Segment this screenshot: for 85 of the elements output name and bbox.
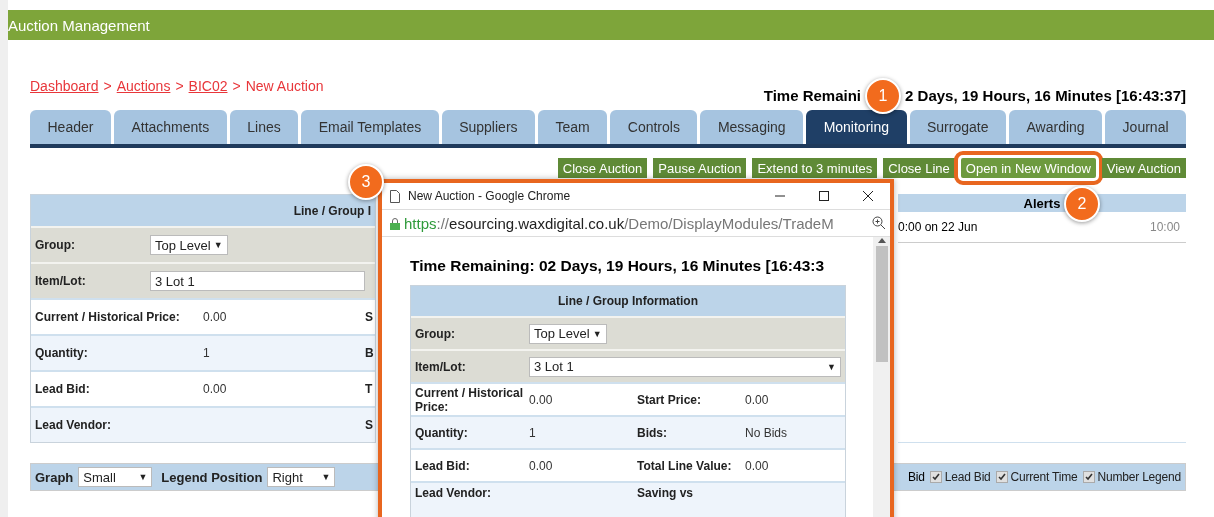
breadcrumb-separator: > [175, 78, 184, 94]
field-label: Bids: [637, 425, 668, 440]
checkbox-label: Lead Bid [944, 470, 991, 484]
field-label: S [365, 418, 374, 432]
action-button[interactable]: View Auction [1101, 158, 1186, 178]
graph-label: Graph [35, 469, 74, 485]
group-select[interactable]: Top Level ▼ [529, 323, 607, 344]
action-button[interactable]: Extend to 3 minutes [752, 158, 878, 178]
field-label: Lead Bid: [415, 458, 471, 473]
checkbox-label: Current Time [1010, 470, 1078, 484]
field-value: 1 [529, 425, 537, 440]
legend-label: Legend Position [161, 469, 263, 485]
tab[interactable]: Monitoring [806, 110, 907, 144]
scrollbar-thumb[interactable] [875, 246, 888, 362]
tab[interactable]: Suppliers [441, 110, 536, 144]
field-value: 0.00 [529, 392, 554, 407]
field-label: Item/Lot: [35, 274, 87, 288]
field-label: Item/Lot: [415, 359, 467, 374]
time-remaining-text: Time Remaini [763, 87, 862, 104]
checkbox[interactable] [995, 471, 1008, 483]
field-label: Quantity: [35, 346, 89, 360]
group-select[interactable]: Top Level ▼ [150, 235, 228, 255]
item-select[interactable]: 3 Lot 1 ▼ [529, 356, 841, 377]
field-label: Current / Historical Price: [35, 310, 181, 324]
time-remaining-text: 2 Days, 19 Hours, 16 Minutes [16:43:37] [905, 87, 1186, 104]
lock-icon [390, 216, 400, 230]
alert-text: 0:00 on 22 Jun [898, 220, 978, 234]
alert-time: 10:00 [1149, 220, 1180, 234]
action-button[interactable]: Close Auction [557, 158, 648, 178]
tab[interactable]: Messaging [700, 110, 804, 144]
breadcrumb-link[interactable]: BIC02 [188, 78, 228, 94]
table-title: Line / Group Information [558, 294, 698, 308]
tab[interactable]: Surrogate [909, 110, 1006, 144]
checkbox-label: Bid [908, 470, 925, 484]
breadcrumb-link[interactable]: Auctions [116, 78, 171, 94]
field-label: Total Line Value: [637, 458, 733, 473]
field-label: Lead Bid: [35, 382, 91, 396]
field-label: Lead Vendor: [415, 486, 492, 500]
tab[interactable]: Team [538, 110, 608, 144]
field-value: 0.00 [203, 310, 228, 324]
panel-title: Line / Group I [293, 203, 371, 218]
window-title: New Auction - Google Chrome [408, 189, 571, 203]
field-label: Lead Vendor: [35, 418, 112, 432]
field-label: Group: [415, 326, 456, 341]
tab[interactable]: Lines [229, 110, 299, 144]
step-marker: 1 [865, 78, 902, 114]
field-label: Current / Historical Price: [415, 385, 525, 414]
checkbox[interactable] [929, 471, 942, 483]
tab[interactable]: Controls [610, 110, 698, 144]
breadcrumb-separator: > [232, 78, 241, 94]
app-title: Auction Management [8, 16, 150, 34]
field-label: Group: [35, 238, 76, 252]
time-remaining-text: Time Remaining: 02 Days, 19 Hours, 16 Minutes [16:43:3 [410, 257, 826, 275]
breadcrumb-link[interactable]: Dashboard [30, 78, 99, 94]
scroll-up-icon[interactable] [877, 237, 886, 243]
breadcrumb-current: New Auction [245, 78, 324, 94]
field-value: 0.00 [745, 392, 770, 407]
item-select[interactable]: 3 Lot 1 [150, 271, 365, 291]
zoom-icon [872, 216, 886, 230]
field-value: 0.00 [529, 458, 554, 473]
field-label: Start Price: [637, 392, 703, 407]
checkbox[interactable] [1082, 471, 1095, 483]
legend-position-select[interactable]: Right ▼ [267, 467, 336, 487]
field-label: T [365, 382, 374, 396]
field-label: Quantity: [415, 425, 469, 440]
action-button[interactable]: Pause Auction [653, 158, 747, 178]
action-button[interactable]: Close Line [883, 158, 955, 178]
field-value: 1 [203, 346, 211, 360]
breadcrumb-separator: > [103, 78, 112, 94]
tab[interactable]: Header [30, 110, 111, 144]
tab[interactable]: Awarding [1009, 110, 1103, 144]
tab[interactable]: Attachments [113, 110, 227, 144]
checkbox-label: Number Legend [1097, 470, 1181, 484]
tab[interactable]: Journal [1105, 110, 1187, 144]
url-text: https://esourcing.waxdigital.co.uk/Demo/DisplayModules/TradeM [404, 214, 834, 232]
tab[interactable]: Email Templates [301, 110, 439, 144]
field-label: B [365, 346, 375, 360]
field-label: S [365, 310, 374, 324]
graph-size-select[interactable]: Small ▼ [78, 467, 153, 487]
field-label: Saving vs [637, 486, 695, 500]
field-value: 0.00 [745, 458, 770, 473]
field-value: 0.00 [203, 382, 228, 396]
page-icon [390, 189, 400, 203]
field-value: No Bids [745, 425, 789, 440]
alerts-title: Alerts [1023, 195, 1061, 211]
